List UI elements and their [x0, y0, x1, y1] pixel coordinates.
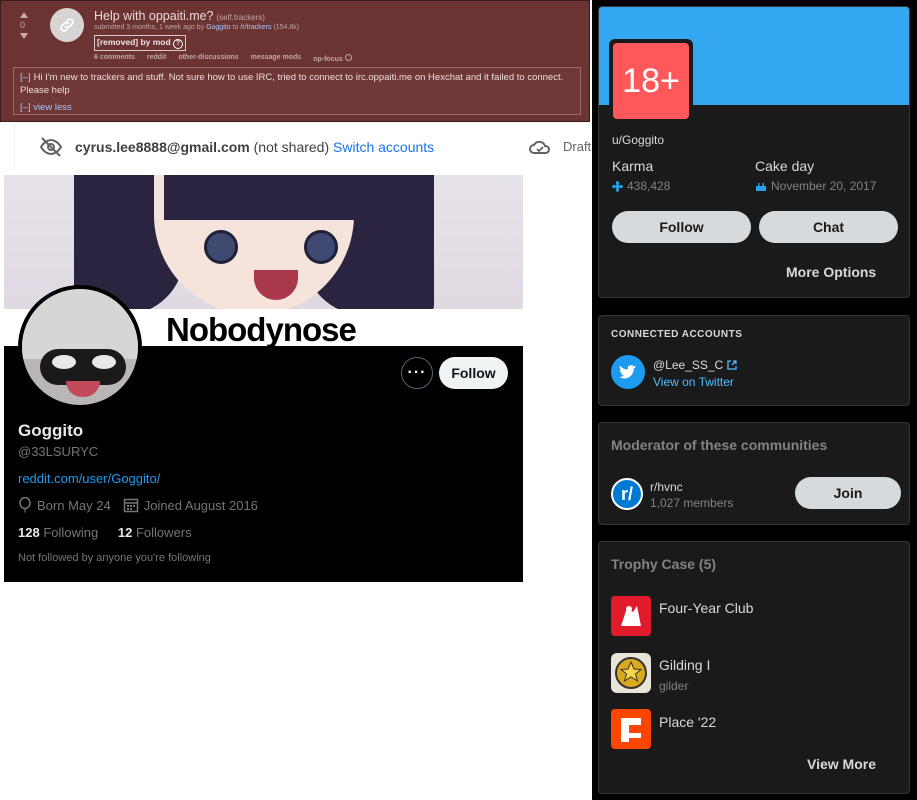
calendar-icon: [123, 498, 138, 513]
join-button[interactable]: Join: [795, 477, 901, 509]
comments-link[interactable]: 6 comments: [94, 54, 135, 63]
gilding-trophy-icon: [611, 653, 651, 693]
connected-accounts-heading: CONNECTED ACCOUNTS: [611, 329, 743, 340]
following-count: 128: [18, 525, 40, 540]
cakeday-label: Cake day: [755, 158, 815, 174]
post-tagline: submitted 3 months, 1 week ago by Goggit…: [94, 24, 299, 31]
trophy-case-heading: Trophy Case (5): [611, 556, 717, 572]
post-title-row: Help with oppaiti.me? (self.trackers): [94, 9, 265, 23]
draft-status: Draft: [563, 139, 592, 154]
profile-meta: Born May 24 Joined August 2016: [18, 497, 258, 513]
banner-caption: Nobodynose: [166, 311, 357, 346]
downvote-arrow-icon[interactable]: [20, 33, 28, 39]
connected-handle: @Lee_SS_C: [653, 358, 724, 372]
to-text: to: [232, 24, 239, 31]
message-mods-link[interactable]: message mods: [251, 54, 302, 63]
profile-avatar[interactable]: [18, 285, 142, 409]
account-email-row: cyrus.lee8888@gmail.com (not shared) Swi…: [75, 139, 434, 155]
trophy-case-card: Trophy Case (5) Four-Year Club Gilding I…: [598, 541, 910, 794]
birthday-text: Born May 24: [37, 497, 111, 513]
eye-off-icon: [39, 137, 63, 157]
balloon-icon: [19, 497, 31, 513]
community-members: 1,027 members: [650, 496, 734, 510]
op-focus-circle-icon: [344, 54, 352, 61]
upvote-arrow-icon[interactable]: [20, 12, 28, 18]
ellipsis-icon: ···: [407, 364, 427, 381]
following-link[interactable]: 128 Following: [18, 525, 98, 540]
karma-value: 438,428: [627, 179, 671, 193]
four-year-club-trophy-icon: [611, 596, 651, 636]
followers-count: 12: [117, 525, 133, 540]
follow-counts: 128 Following 12 Followers: [18, 525, 192, 540]
trophy-sub-2: gilder: [659, 679, 689, 693]
link-thumbnail-icon[interactable]: [50, 8, 84, 42]
nsfw-18-label: 18+: [613, 43, 689, 119]
switch-accounts-link[interactable]: Switch accounts: [333, 139, 434, 155]
more-options-link[interactable]: More Options: [786, 264, 876, 280]
other-discussions-link[interactable]: other-discussions: [178, 54, 238, 63]
cakeday-value: November 20, 2017: [771, 179, 877, 193]
post-selftext: [–] Hi I'm new to trackers and stuff. Not…: [13, 67, 581, 115]
removed-label: [removed] by mod: [97, 37, 171, 47]
post-actions: 6 comments reddit other-discussions mess…: [94, 54, 352, 63]
post-subreddit[interactable]: /r/trackers: [240, 24, 271, 31]
moderator-card: Moderator of these communities r/ r/hvnc…: [598, 422, 910, 525]
reddit-link[interactable]: reddit: [147, 54, 166, 63]
submitted-text: submitted 3 months, 1 week ago by: [94, 24, 205, 31]
external-link-icon[interactable]: [727, 360, 737, 370]
op-focus-link[interactable]: op-focus: [313, 54, 352, 63]
karma-label: Karma: [612, 158, 654, 174]
view-less-link[interactable]: [–] view less: [20, 101, 574, 114]
post-domain[interactable]: (self.trackers): [217, 13, 265, 22]
cake-icon: [756, 182, 766, 191]
followers-link[interactable]: 12 Followers: [118, 525, 192, 540]
profile-website-link[interactable]: reddit.com/user/Goggito/: [18, 471, 160, 486]
view-on-twitter-link[interactable]: View on Twitter: [653, 375, 734, 389]
chat-button[interactable]: Chat: [759, 211, 898, 243]
cloud-check-icon: [529, 140, 550, 154]
post-title[interactable]: Help with oppaiti.me?: [94, 9, 214, 23]
selftext-body: Hi I'm new to trackers and stuff. Not su…: [20, 72, 564, 96]
twitter-profile: Nobodynose ··· Follow Goggito @33LSURYC …: [4, 175, 523, 582]
user-handle: @33LSURYC: [18, 444, 99, 459]
help-circle-icon[interactable]: ?: [173, 39, 184, 49]
post-author[interactable]: Goggito: [206, 24, 231, 31]
nsfw-avatar: 18+: [609, 39, 693, 123]
community-name[interactable]: r/hvnc: [650, 480, 683, 494]
more-options-button[interactable]: ···: [401, 357, 433, 389]
follow-button[interactable]: Follow: [439, 357, 508, 389]
reddit-sidebar: 18+ u/Goggito Karma 438,428 Cake day Nov…: [592, 0, 917, 800]
reddit-follow-button[interactable]: Follow: [612, 211, 751, 243]
view-more-button[interactable]: View More: [807, 756, 876, 772]
chain-link-icon: [60, 18, 74, 32]
display-name: Goggito: [18, 421, 84, 440]
trophy-name-1: Four-Year Club: [659, 600, 754, 616]
not-shared-label: (not shared): [253, 139, 330, 155]
removed-by-mod-tag: [removed] by mod ?: [94, 35, 187, 51]
moderator-heading: Moderator of these communities: [611, 437, 828, 453]
account-bar: cyrus.lee8888@gmail.com (not shared) Swi…: [14, 124, 592, 170]
cakeday-stat: November 20, 2017: [755, 179, 876, 193]
connected-handle-row: @Lee_SS_C: [653, 358, 737, 372]
subreddit-subscribers: (154.8k): [273, 24, 300, 31]
account-email: cyrus.lee8888@gmail.com: [75, 139, 250, 155]
twitter-bird-icon: [611, 355, 645, 389]
collapse-toggle[interactable]: [–]: [20, 72, 31, 83]
reddit-post: 0 Help with oppaiti.me? (self.trackers) s…: [0, 0, 590, 122]
connected-accounts-card: CONNECTED ACCOUNTS @Lee_SS_C View on Twi…: [598, 315, 910, 406]
profile-card: 18+ u/Goggito Karma 438,428 Cake day Nov…: [598, 6, 910, 298]
post-score: 0: [20, 20, 26, 30]
joined-text: Joined August 2016: [143, 497, 258, 513]
community-icon[interactable]: r/: [611, 478, 643, 510]
karma-flower-icon: [612, 180, 623, 192]
trophy-name-3: Place '22: [659, 714, 717, 730]
place-22-trophy-icon: [611, 709, 651, 749]
trophy-name-2: Gilding I: [659, 657, 711, 673]
not-followed-note: Not followed by anyone you're following: [18, 552, 211, 564]
karma-stat: 438,428: [612, 179, 670, 193]
reddit-username: u/Goggito: [612, 133, 665, 147]
